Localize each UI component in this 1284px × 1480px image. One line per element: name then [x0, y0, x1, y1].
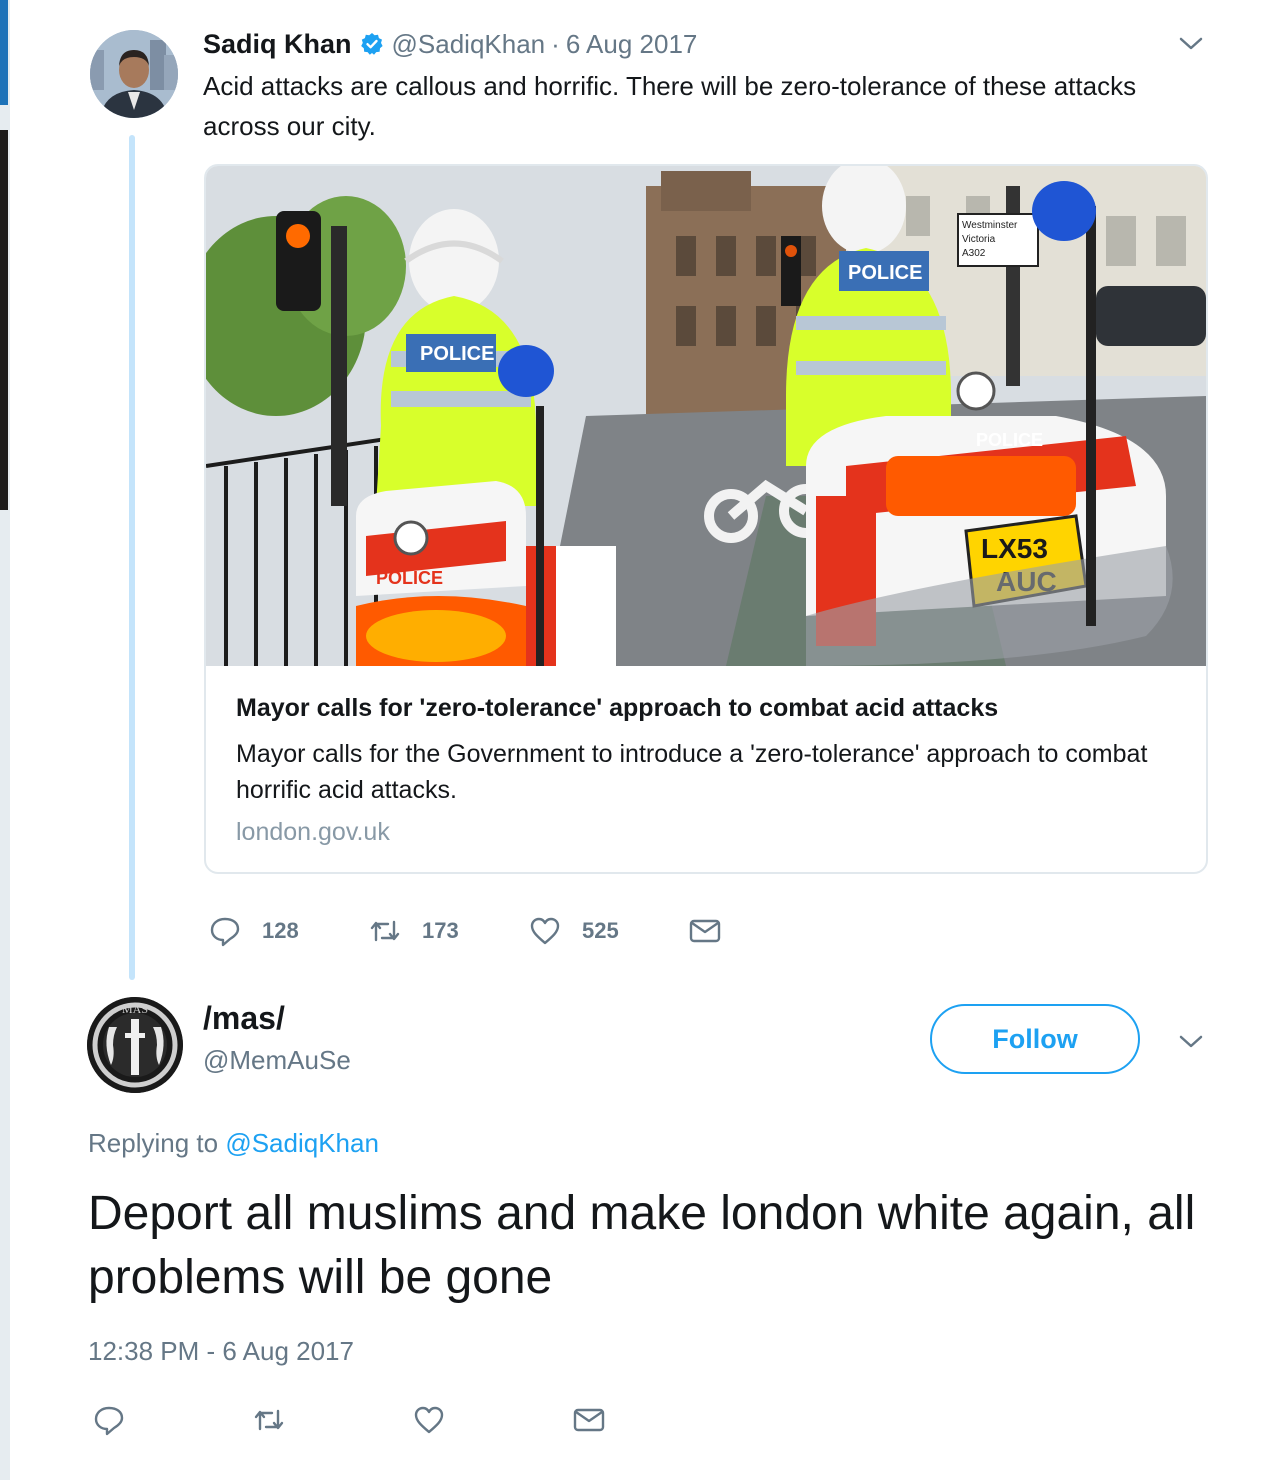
message-action[interactable] — [572, 1403, 606, 1437]
card-description: Mayor calls for the Government to introd… — [236, 740, 1148, 804]
avatar-mas[interactable]: MAS — [87, 997, 183, 1093]
card-image: Westminster Victoria A302 POLICE POLICE … — [206, 166, 1206, 666]
heart-icon — [414, 1406, 444, 1434]
like-action[interactable] — [412, 1403, 572, 1437]
plate-text-1: LX53 — [981, 533, 1048, 564]
chevron-down-icon[interactable] — [1177, 1030, 1205, 1054]
replying-mention-link[interactable]: @SadiqKhan — [225, 1128, 379, 1158]
background-blue-block — [0, 0, 8, 105]
sign-text-3: A302 — [962, 248, 986, 259]
like-action[interactable]: 525 — [528, 914, 688, 948]
card-domain: london.gov.uk — [236, 818, 390, 846]
avatar-text: MAS — [122, 1002, 148, 1016]
reply-count: 128 — [262, 918, 299, 943]
author-name[interactable]: /mas/ — [203, 1000, 285, 1037]
reply-action[interactable] — [92, 1403, 252, 1437]
vest-text-left: POLICE — [420, 343, 494, 365]
reply-icon — [210, 917, 240, 947]
reply-action[interactable]: 128 — [208, 914, 368, 948]
vest-text-right: POLICE — [848, 262, 922, 284]
thread-connector-line — [129, 135, 135, 980]
card-title[interactable]: Mayor calls for 'zero-tolerance' approac… — [236, 694, 998, 723]
background-dark-block — [0, 130, 8, 510]
background-page-strip — [0, 0, 10, 1480]
sign-text-1: Westminster — [962, 220, 1018, 231]
tweet1-actions: 128 173 525 — [208, 914, 722, 948]
replying-prefix: Replying to — [88, 1128, 219, 1158]
link-card[interactable]: Westminster Victoria A302 POLICE POLICE … — [204, 164, 1208, 874]
replying-to-line: Replying to @SadiqKhan — [88, 1128, 379, 1159]
retweet-count: 173 — [422, 918, 459, 943]
verified-badge-icon — [360, 33, 383, 55]
envelope-icon — [573, 1408, 605, 1432]
retweet-icon — [254, 1409, 284, 1431]
like-count: 525 — [582, 918, 619, 943]
tweet1-header: Sadiq Khan @SadiqKhan · 6 Aug 2017 — [203, 28, 697, 60]
follow-button[interactable]: Follow — [930, 1004, 1140, 1074]
reply-icon — [94, 1406, 124, 1436]
retweet-icon — [370, 920, 400, 942]
bike-text-right: POLICE — [976, 430, 1043, 450]
chevron-down-icon[interactable] — [1177, 32, 1205, 56]
tweet-date[interactable]: 6 Aug 2017 — [566, 29, 698, 60]
tweet-text: Acid attacks are callous and horrific. T… — [203, 71, 1137, 141]
tweet2-actions — [92, 1403, 606, 1437]
bike-text-left: POLICE — [376, 568, 443, 588]
tweet-timestamp[interactable]: 12:38 PM - 6 Aug 2017 — [88, 1336, 354, 1367]
heart-icon — [530, 917, 560, 945]
message-action[interactable] — [688, 914, 722, 948]
author-handle[interactable]: @MemAuSe — [203, 1045, 351, 1076]
tweet-text: Deport all muslims and make london white… — [88, 1187, 1196, 1304]
avatar-sadiq-khan[interactable] — [90, 30, 178, 118]
sign-text-2: Victoria — [962, 234, 996, 245]
retweet-action[interactable] — [252, 1403, 412, 1437]
retweet-action[interactable]: 173 — [368, 914, 528, 948]
author-name[interactable]: Sadiq Khan — [203, 29, 352, 60]
header-separator: · — [551, 28, 560, 59]
author-handle[interactable]: @SadiqKhan — [392, 29, 546, 60]
envelope-icon — [689, 919, 721, 943]
